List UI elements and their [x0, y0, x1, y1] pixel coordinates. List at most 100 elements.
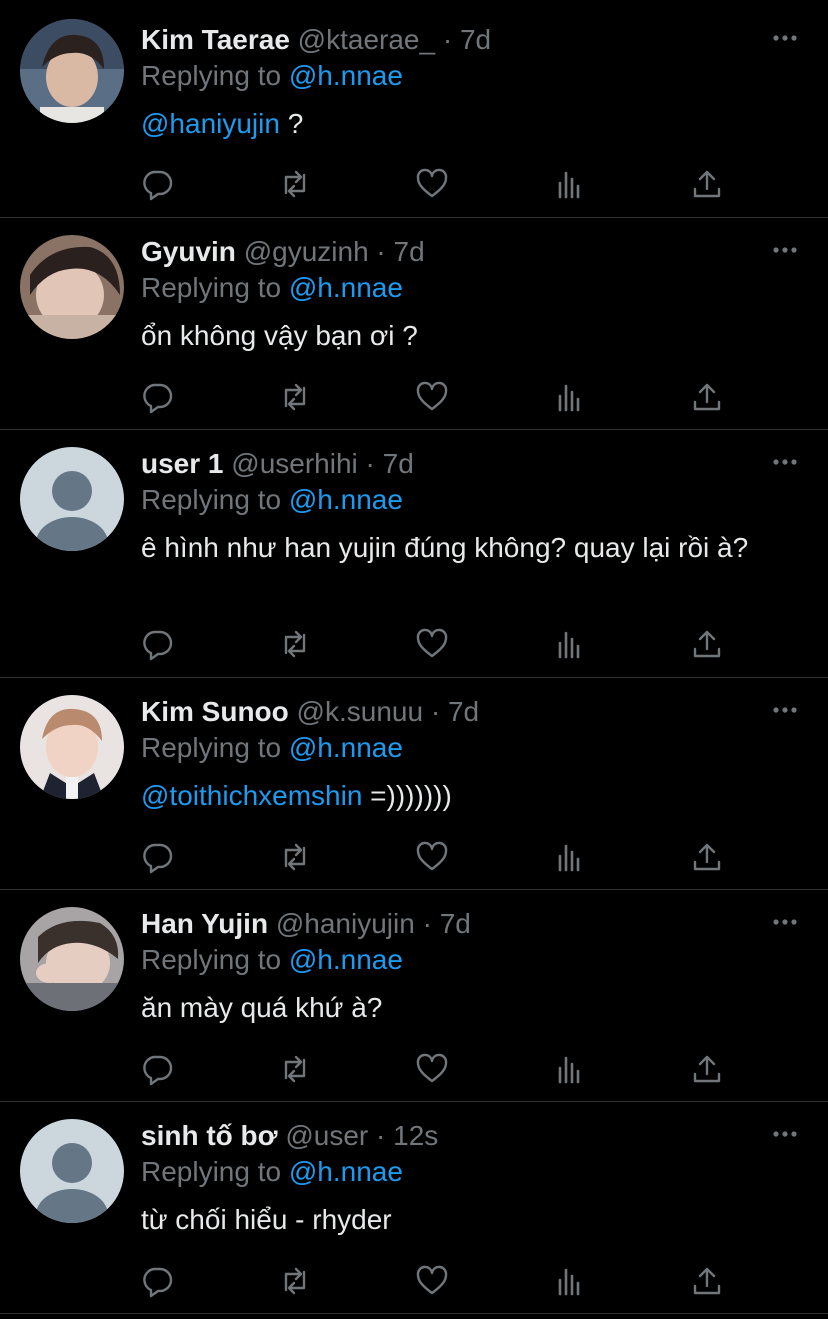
- like-icon[interactable]: [415, 1052, 449, 1086]
- reply-icon[interactable]: [140, 1052, 174, 1086]
- analytics-icon[interactable]: [553, 380, 587, 414]
- reply-tweet[interactable]: Kim Sunoo @k.sunuu · 7d Replying to @h.n…: [0, 678, 828, 890]
- timestamp[interactable]: 7d: [394, 236, 425, 267]
- display-name[interactable]: Han Yujin: [141, 908, 268, 939]
- like-icon[interactable]: [415, 840, 449, 874]
- analytics-icon[interactable]: [553, 1264, 587, 1298]
- reply-tweet[interactable]: Kim Taerae @ktaerae_ · 7d Replying to @h…: [0, 0, 828, 218]
- avatar[interactable]: [20, 447, 124, 551]
- user-handle[interactable]: @k.sunuu: [297, 696, 424, 727]
- separator-dot: ·: [365, 448, 375, 479]
- replying-to-line: Replying to @h.nnae: [141, 482, 403, 518]
- like-icon[interactable]: [415, 380, 449, 414]
- replying-to-label: Replying to: [141, 484, 282, 515]
- tweet-text: ổn không vậy bạn ơi ?: [141, 318, 791, 354]
- reply-tweet[interactable]: user 1 @userhihi · 7d Replying to @h.nna…: [0, 430, 828, 678]
- timestamp[interactable]: 7d: [448, 696, 479, 727]
- display-name[interactable]: Kim Sunoo: [141, 696, 289, 727]
- reply-icon[interactable]: [140, 627, 174, 661]
- share-icon[interactable]: [690, 840, 724, 874]
- tweet-text: từ chối hiểu - rhyder: [141, 1202, 791, 1238]
- replying-to-mention[interactable]: @h.nnae: [289, 944, 403, 975]
- share-icon[interactable]: [690, 1052, 724, 1086]
- more-options-icon[interactable]: [772, 700, 798, 720]
- reply-tweet[interactable]: Han Yujin @haniyujin · 7d Replying to @h…: [0, 890, 828, 1102]
- share-icon[interactable]: [690, 627, 724, 661]
- tweet-header: Kim Sunoo @k.sunuu · 7d: [141, 694, 479, 730]
- replying-to-mention[interactable]: @h.nnae: [289, 60, 403, 91]
- timestamp[interactable]: 7d: [383, 448, 414, 479]
- user-handle[interactable]: @userhihi: [231, 448, 357, 479]
- timestamp[interactable]: 7d: [460, 24, 491, 55]
- replying-to-mention[interactable]: @h.nnae: [289, 732, 403, 763]
- body-text: ổn không vậy bạn ơi ?: [141, 320, 418, 351]
- share-icon[interactable]: [690, 1264, 724, 1298]
- timestamp[interactable]: 12s: [393, 1120, 438, 1151]
- display-name[interactable]: user 1: [141, 448, 224, 479]
- more-options-icon[interactable]: [772, 1124, 798, 1144]
- avatar[interactable]: [20, 695, 124, 799]
- tweet-header: sinh tố bơ @user · 12s: [141, 1118, 438, 1154]
- action-bar: [140, 1052, 740, 1086]
- avatar[interactable]: [20, 235, 124, 339]
- replying-to-label: Replying to: [141, 272, 282, 303]
- body-mention[interactable]: @haniyujin: [141, 108, 280, 139]
- like-icon[interactable]: [415, 167, 449, 201]
- tweet-text: @haniyujin ?: [141, 106, 791, 142]
- like-icon[interactable]: [415, 627, 449, 661]
- analytics-icon[interactable]: [553, 627, 587, 661]
- replying-to-label: Replying to: [141, 944, 282, 975]
- user-handle[interactable]: @haniyujin: [276, 908, 415, 939]
- replying-to-label: Replying to: [141, 1156, 282, 1187]
- avatar[interactable]: [20, 907, 124, 1011]
- tweet-header: user 1 @userhihi · 7d: [141, 446, 414, 482]
- separator-dot: ·: [376, 1120, 386, 1151]
- retweet-icon[interactable]: [278, 167, 312, 201]
- timestamp[interactable]: 7d: [440, 908, 471, 939]
- analytics-icon[interactable]: [553, 167, 587, 201]
- analytics-icon[interactable]: [553, 1052, 587, 1086]
- separator-dot: ·: [376, 236, 386, 267]
- replying-to-line: Replying to @h.nnae: [141, 730, 403, 766]
- share-icon[interactable]: [690, 167, 724, 201]
- user-handle[interactable]: @gyuzinh: [244, 236, 369, 267]
- tweet-text: ê hình như han yujin đúng không? quay lạ…: [141, 530, 781, 566]
- replying-to-mention[interactable]: @h.nnae: [289, 484, 403, 515]
- tweet-header: Kim Taerae @ktaerae_ · 7d: [141, 22, 491, 58]
- reply-icon[interactable]: [140, 1264, 174, 1298]
- like-icon[interactable]: [415, 1264, 449, 1298]
- retweet-icon[interactable]: [278, 840, 312, 874]
- avatar[interactable]: [20, 1119, 124, 1223]
- reply-tweet[interactable]: Gyuvin @gyuzinh · 7d Replying to @h.nnae…: [0, 218, 828, 430]
- replying-to-mention[interactable]: @h.nnae: [289, 272, 403, 303]
- action-bar: [140, 380, 740, 414]
- avatar[interactable]: [20, 19, 124, 123]
- more-options-icon[interactable]: [772, 452, 798, 472]
- replying-to-mention[interactable]: @h.nnae: [289, 1156, 403, 1187]
- share-icon[interactable]: [690, 380, 724, 414]
- reply-icon[interactable]: [140, 840, 174, 874]
- tweet-header: Gyuvin @gyuzinh · 7d: [141, 234, 425, 270]
- reply-icon[interactable]: [140, 167, 174, 201]
- display-name[interactable]: Gyuvin: [141, 236, 236, 267]
- body-text: ?: [279, 108, 304, 139]
- replying-to-label: Replying to: [141, 60, 282, 91]
- display-name[interactable]: sinh tố bơ: [141, 1120, 278, 1151]
- retweet-icon[interactable]: [278, 627, 312, 661]
- more-options-icon[interactable]: [772, 28, 798, 48]
- body-mention[interactable]: @toithichxemshin: [141, 780, 362, 811]
- reply-icon[interactable]: [140, 380, 174, 414]
- analytics-icon[interactable]: [553, 840, 587, 874]
- replying-to-line: Replying to @h.nnae: [141, 942, 403, 978]
- retweet-icon[interactable]: [278, 1264, 312, 1298]
- more-options-icon[interactable]: [772, 240, 798, 260]
- retweet-icon[interactable]: [278, 1052, 312, 1086]
- body-text: =))))))): [362, 780, 452, 811]
- user-handle[interactable]: @ktaerae_: [298, 24, 435, 55]
- display-name[interactable]: Kim Taerae: [141, 24, 290, 55]
- reply-tweet[interactable]: sinh tố bơ @user · 12s Replying to @h.nn…: [0, 1102, 828, 1314]
- retweet-icon[interactable]: [278, 380, 312, 414]
- user-handle[interactable]: @user: [285, 1120, 368, 1151]
- action-bar: [140, 840, 740, 874]
- more-options-icon[interactable]: [772, 912, 798, 932]
